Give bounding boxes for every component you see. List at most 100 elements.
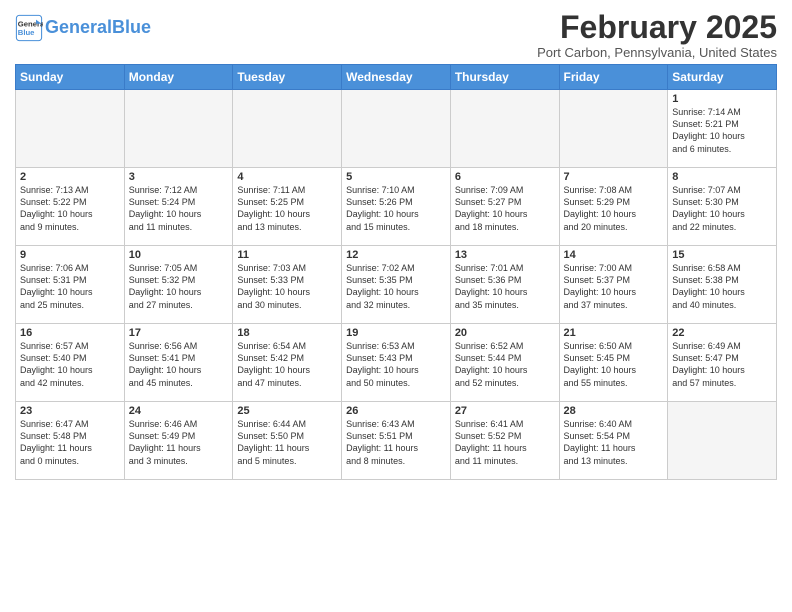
logo-wordmark: GeneralBlue [45,18,151,38]
day-number: 24 [129,405,229,417]
logo-blue: Blue [112,17,151,37]
calendar-table: Sunday Monday Tuesday Wednesday Thursday… [15,64,777,480]
day-number: 12 [346,249,446,261]
day-info: Sunrise: 6:53 AM Sunset: 5:43 PM Dayligh… [346,340,446,389]
calendar-week-row: 23Sunrise: 6:47 AM Sunset: 5:48 PM Dayli… [16,402,777,480]
day-info: Sunrise: 6:41 AM Sunset: 5:52 PM Dayligh… [455,418,555,467]
day-info: Sunrise: 7:07 AM Sunset: 5:30 PM Dayligh… [672,184,772,233]
day-number: 14 [564,249,664,261]
table-row: 24Sunrise: 6:46 AM Sunset: 5:49 PM Dayli… [124,402,233,480]
table-row: 16Sunrise: 6:57 AM Sunset: 5:40 PM Dayli… [16,324,125,402]
table-row: 3Sunrise: 7:12 AM Sunset: 5:24 PM Daylig… [124,168,233,246]
table-row [342,90,451,168]
table-row: 19Sunrise: 6:53 AM Sunset: 5:43 PM Dayli… [342,324,451,402]
day-info: Sunrise: 7:06 AM Sunset: 5:31 PM Dayligh… [20,262,120,311]
table-row: 11Sunrise: 7:03 AM Sunset: 5:33 PM Dayli… [233,246,342,324]
day-info: Sunrise: 7:14 AM Sunset: 5:21 PM Dayligh… [672,106,772,155]
logo-general: General [45,17,112,37]
table-row: 22Sunrise: 6:49 AM Sunset: 5:47 PM Dayli… [668,324,777,402]
day-info: Sunrise: 7:11 AM Sunset: 5:25 PM Dayligh… [237,184,337,233]
day-info: Sunrise: 7:08 AM Sunset: 5:29 PM Dayligh… [564,184,664,233]
day-info: Sunrise: 6:57 AM Sunset: 5:40 PM Dayligh… [20,340,120,389]
day-number: 22 [672,327,772,339]
day-number: 28 [564,405,664,417]
table-row: 12Sunrise: 7:02 AM Sunset: 5:35 PM Dayli… [342,246,451,324]
day-info: Sunrise: 6:47 AM Sunset: 5:48 PM Dayligh… [20,418,120,467]
table-row: 20Sunrise: 6:52 AM Sunset: 5:44 PM Dayli… [450,324,559,402]
day-number: 27 [455,405,555,417]
day-number: 10 [129,249,229,261]
day-number: 5 [346,171,446,183]
day-number: 9 [20,249,120,261]
calendar-header-row: Sunday Monday Tuesday Wednesday Thursday… [16,65,777,90]
calendar-week-row: 2Sunrise: 7:13 AM Sunset: 5:22 PM Daylig… [16,168,777,246]
day-info: Sunrise: 6:43 AM Sunset: 5:51 PM Dayligh… [346,418,446,467]
table-row: 14Sunrise: 7:00 AM Sunset: 5:37 PM Dayli… [559,246,668,324]
day-info: Sunrise: 7:05 AM Sunset: 5:32 PM Dayligh… [129,262,229,311]
day-number: 26 [346,405,446,417]
table-row: 9Sunrise: 7:06 AM Sunset: 5:31 PM Daylig… [16,246,125,324]
table-row: 5Sunrise: 7:10 AM Sunset: 5:26 PM Daylig… [342,168,451,246]
location: Port Carbon, Pennsylvania, United States [537,45,777,60]
day-number: 4 [237,171,337,183]
col-thursday: Thursday [450,65,559,90]
day-number: 15 [672,249,772,261]
day-number: 20 [455,327,555,339]
day-number: 1 [672,93,772,105]
table-row: 17Sunrise: 6:56 AM Sunset: 5:41 PM Dayli… [124,324,233,402]
day-number: 23 [20,405,120,417]
day-info: Sunrise: 7:09 AM Sunset: 5:27 PM Dayligh… [455,184,555,233]
calendar-week-row: 16Sunrise: 6:57 AM Sunset: 5:40 PM Dayli… [16,324,777,402]
day-info: Sunrise: 6:40 AM Sunset: 5:54 PM Dayligh… [564,418,664,467]
table-row: 7Sunrise: 7:08 AM Sunset: 5:29 PM Daylig… [559,168,668,246]
calendar-container: General Blue GeneralBlue February 2025 P… [0,0,792,485]
table-row: 21Sunrise: 6:50 AM Sunset: 5:45 PM Dayli… [559,324,668,402]
day-info: Sunrise: 6:46 AM Sunset: 5:49 PM Dayligh… [129,418,229,467]
day-info: Sunrise: 6:54 AM Sunset: 5:42 PM Dayligh… [237,340,337,389]
day-info: Sunrise: 6:49 AM Sunset: 5:47 PM Dayligh… [672,340,772,389]
day-info: Sunrise: 6:58 AM Sunset: 5:38 PM Dayligh… [672,262,772,311]
table-row [16,90,125,168]
day-number: 19 [346,327,446,339]
table-row: 13Sunrise: 7:01 AM Sunset: 5:36 PM Dayli… [450,246,559,324]
day-number: 3 [129,171,229,183]
table-row: 2Sunrise: 7:13 AM Sunset: 5:22 PM Daylig… [16,168,125,246]
day-info: Sunrise: 6:44 AM Sunset: 5:50 PM Dayligh… [237,418,337,467]
table-row [124,90,233,168]
day-number: 25 [237,405,337,417]
day-info: Sunrise: 7:13 AM Sunset: 5:22 PM Dayligh… [20,184,120,233]
day-info: Sunrise: 6:52 AM Sunset: 5:44 PM Dayligh… [455,340,555,389]
day-info: Sunrise: 6:50 AM Sunset: 5:45 PM Dayligh… [564,340,664,389]
title-block: February 2025 Port Carbon, Pennsylvania,… [537,10,777,60]
table-row: 10Sunrise: 7:05 AM Sunset: 5:32 PM Dayli… [124,246,233,324]
day-number: 7 [564,171,664,183]
col-saturday: Saturday [668,65,777,90]
table-row: 1Sunrise: 7:14 AM Sunset: 5:21 PM Daylig… [668,90,777,168]
table-row: 4Sunrise: 7:11 AM Sunset: 5:25 PM Daylig… [233,168,342,246]
day-number: 16 [20,327,120,339]
table-row: 27Sunrise: 6:41 AM Sunset: 5:52 PM Dayli… [450,402,559,480]
table-row [233,90,342,168]
day-info: Sunrise: 7:03 AM Sunset: 5:33 PM Dayligh… [237,262,337,311]
logo-icon: General Blue [15,14,43,42]
table-row [450,90,559,168]
table-row [668,402,777,480]
table-row: 23Sunrise: 6:47 AM Sunset: 5:48 PM Dayli… [16,402,125,480]
day-number: 8 [672,171,772,183]
svg-text:General: General [18,20,43,29]
day-number: 17 [129,327,229,339]
day-info: Sunrise: 7:01 AM Sunset: 5:36 PM Dayligh… [455,262,555,311]
day-info: Sunrise: 7:10 AM Sunset: 5:26 PM Dayligh… [346,184,446,233]
day-number: 13 [455,249,555,261]
col-friday: Friday [559,65,668,90]
month-title: February 2025 [537,10,777,45]
day-number: 6 [455,171,555,183]
table-row: 25Sunrise: 6:44 AM Sunset: 5:50 PM Dayli… [233,402,342,480]
col-tuesday: Tuesday [233,65,342,90]
day-info: Sunrise: 7:12 AM Sunset: 5:24 PM Dayligh… [129,184,229,233]
calendar-week-row: 1Sunrise: 7:14 AM Sunset: 5:21 PM Daylig… [16,90,777,168]
col-sunday: Sunday [16,65,125,90]
header-row: General Blue GeneralBlue February 2025 P… [15,10,777,60]
logo: General Blue GeneralBlue [15,14,151,42]
table-row: 28Sunrise: 6:40 AM Sunset: 5:54 PM Dayli… [559,402,668,480]
